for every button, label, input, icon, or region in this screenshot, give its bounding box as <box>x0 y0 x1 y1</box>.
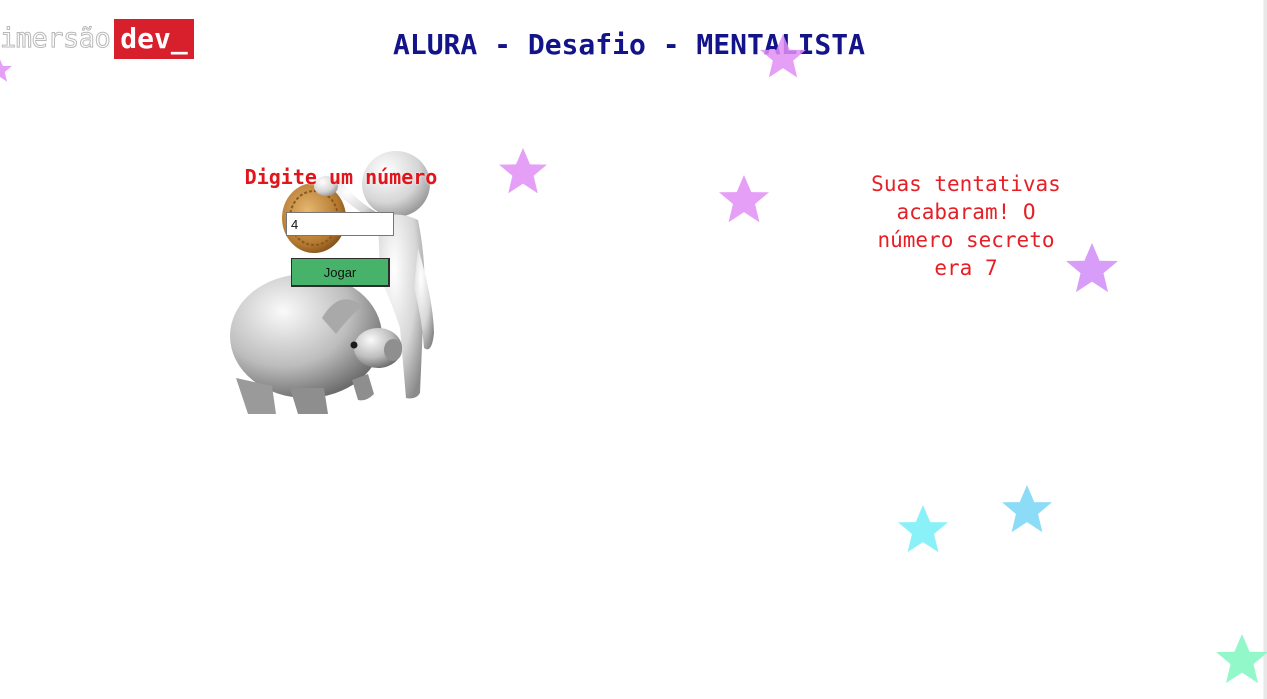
star-icon <box>0 59 12 82</box>
guess-prompt-label: Digite um número <box>244 165 438 189</box>
star-icon <box>499 148 547 194</box>
star-icon <box>898 505 948 553</box>
vertical-scrollbar[interactable] <box>1263 0 1267 699</box>
star-icon <box>1002 485 1052 533</box>
result-message: Suas tentativas acabaram! O número secre… <box>871 172 1061 280</box>
star-icon <box>1216 634 1267 684</box>
star-icon <box>760 34 806 78</box>
star-icon <box>719 175 769 223</box>
page-title: ALURA - Desafio - MENTALISTA <box>392 28 865 61</box>
play-button[interactable]: Jogar <box>291 258 390 287</box>
guess-number-input[interactable] <box>286 212 394 236</box>
star-icon <box>1066 243 1118 293</box>
guess-game-panel: Digite um número Jogar <box>228 148 454 414</box>
